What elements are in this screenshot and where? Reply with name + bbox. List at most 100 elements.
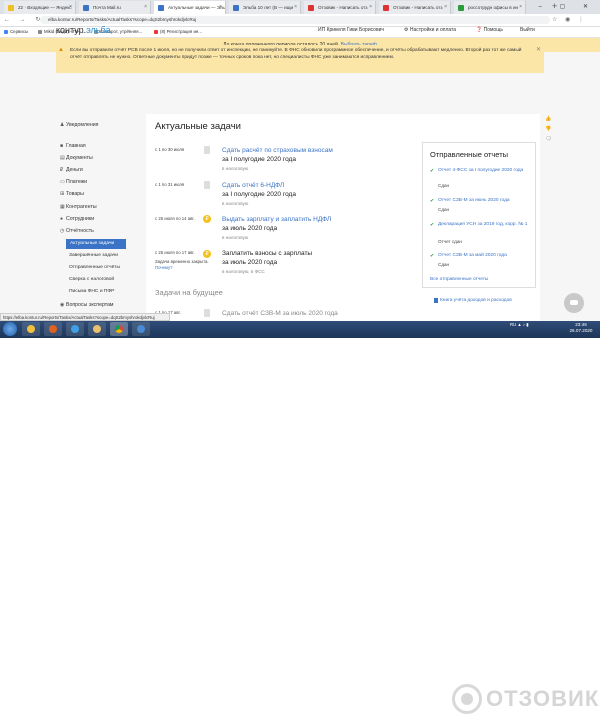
bookmark-youtube[interactable]: (8) Регистрация ин... [154, 27, 202, 37]
tab-label: Отзовик - Написать отз [318, 5, 368, 10]
sidebar-subitem-finished-tasks[interactable]: Завершённые задачи [69, 253, 118, 258]
sidebar-subitem-sent-reports[interactable]: Отправленные отчёты [69, 265, 120, 270]
browser-tab[interactable]: россотрудн офисы в ин × [454, 1, 526, 14]
task-recipient: в налоговую [222, 235, 249, 240]
window-controls[interactable]: – ▢ ✕ [539, 0, 596, 14]
sidebar-subitem-letters[interactable]: Письма ФНС и ПФР [69, 289, 114, 294]
sidebar-subitem-actual-tasks[interactable]: Актуальные задачи [66, 239, 126, 249]
feedback-icons[interactable]: 👍 👎 🗨 [544, 114, 553, 144]
sent-report-link[interactable]: Отчет СЗВ-М за июнь 2020 года [438, 198, 534, 204]
browser-tab[interactable]: Эльба 10 лет (В — ищи × [229, 1, 301, 14]
warning-banner: Если вы отправили отчёт РСВ после 1 июля… [56, 45, 544, 73]
close-icon[interactable]: ✕ [536, 46, 541, 53]
taskbar-chrome[interactable] [110, 322, 128, 336]
future-task[interactable]: Сдать отчёт СЗВ-М за июль 2020 года [222, 310, 338, 317]
task-link[interactable]: Сдать отчёт 6-НДФЛ [222, 182, 284, 189]
check-icon: ✔ [430, 222, 435, 228]
browser-tab[interactable]: Актуальные задачи — Эльба × [154, 1, 226, 14]
close-tab-icon[interactable]: × [519, 1, 522, 14]
sent-report-status: Сдан [438, 262, 450, 267]
sidebar-item-payments[interactable]: ▭Платежи [60, 179, 87, 185]
sidebar-item-notifications[interactable]: ♟ Уведомления [60, 122, 98, 128]
future-tasks-title: Задачи на будущее [155, 288, 223, 297]
check-icon: ✔ [430, 253, 435, 259]
logout-link[interactable]: Выйти [520, 27, 535, 33]
chevron-down-icon[interactable]: ⌄ [126, 26, 131, 33]
logo[interactable]: контур.эльба [56, 25, 110, 35]
close-tab-icon[interactable]: × [144, 1, 147, 14]
task-title: Заплатить взносы с зарплаты [222, 250, 313, 257]
sidebar-item-documents[interactable]: ▤Документы [60, 155, 93, 161]
all-sent-reports-link[interactable]: Все отправленные отчеты [430, 277, 488, 282]
sidebar-item-reports[interactable]: ◷ Отчётность [60, 228, 94, 234]
ruble-coin-icon: ₽ [203, 250, 211, 258]
watermark-logo [452, 684, 482, 714]
sent-report-link[interactable]: Отчет СЗВ-М за май 2020 года [438, 253, 534, 259]
tab-favicon-icon [83, 5, 89, 11]
task-link[interactable]: Выдать зарплату и заплатить НДФЛ [222, 216, 331, 223]
browser-tab[interactable]: Отзовик - Написать отз × [379, 1, 451, 14]
close-tab-icon[interactable]: × [294, 1, 297, 14]
taskbar-media[interactable] [44, 322, 62, 336]
taskbar-app[interactable] [132, 322, 150, 336]
task-date: с 25 июля по 17 авг. [155, 250, 195, 255]
close-tab-icon[interactable]: × [69, 1, 72, 14]
tab-favicon-icon [308, 5, 314, 11]
sidebar-item-home[interactable]: ■ Главная [60, 143, 86, 149]
sent-report-status: Сдан [438, 207, 450, 212]
sidebar-item-employees[interactable]: ● Сотрудники [60, 216, 94, 222]
tab-label: Эльба 10 лет (В — ищи [243, 5, 294, 10]
document-icon [204, 309, 210, 317]
task-closed-note: Задача временно закрыта. [155, 259, 209, 264]
sidebar-item-consult[interactable]: ◉ Вопросы экспертам [60, 302, 114, 308]
check-icon: ✔ [430, 198, 435, 204]
tab-label: 22 · Входящие — Яндекс [18, 5, 72, 10]
browser-toolbar-icons[interactable]: ☆ ◉ ⋮ [552, 14, 587, 26]
warning-icon: ▲ [58, 47, 64, 53]
task-period: за I полугодие 2020 года [222, 191, 296, 198]
system-tray[interactable]: RU ▲ ♪ ▮ [510, 322, 529, 328]
task-period: за июль 2020 года [222, 225, 278, 232]
task-date: с 1 по 30 июля [155, 147, 185, 152]
nav-buttons[interactable]: ← → ↻ [4, 14, 44, 26]
close-tab-icon[interactable]: × [369, 1, 372, 14]
document-icon [204, 181, 210, 189]
user-name[interactable]: ИП Крикеля Гиви Борисович [318, 27, 384, 33]
why-link-row: Почему? [155, 265, 173, 270]
browser-tab[interactable]: Почта Mail.ru × [79, 1, 151, 14]
sidebar-subitem-tax-reconciliation[interactable]: Сверка с налоговой [69, 277, 114, 282]
income-book-link[interactable]: Книга учёта доходов и расходов [440, 298, 512, 303]
tab-label: Отзовик - Написать отз [393, 5, 443, 10]
taskbar-files[interactable] [88, 322, 106, 336]
bookmark-apps[interactable]: Сервисы [4, 27, 28, 37]
clock[interactable]: 23:46 26.07.2020 [566, 322, 596, 334]
sent-report-link[interactable]: Декларация УСН за 2019 год, корр. № 1 [438, 222, 534, 228]
close-tab-icon[interactable]: × [444, 1, 447, 14]
task-recipient: в налоговую, в ФСС [222, 269, 265, 274]
browser-tab[interactable]: Отзовик - Написать отз × [304, 1, 376, 14]
start-button[interactable] [3, 322, 17, 336]
task-period: за июль 2020 года [222, 259, 278, 266]
close-tab-icon[interactable]: × [219, 1, 222, 14]
tab-favicon-icon [383, 5, 389, 11]
settings-link[interactable]: ⚙ Настройки и оплата [404, 27, 456, 33]
browser-tab[interactable]: 22 · Входящие — Яндекс × [4, 1, 76, 14]
task-link[interactable]: Сдать расчёт по страховым взносам [222, 147, 333, 154]
chat-button[interactable] [564, 293, 584, 313]
check-icon: ✔ [430, 168, 435, 174]
task-recipient: в налоговую [222, 166, 249, 171]
task-date: с 25 июля по 14 авг. [155, 216, 195, 221]
tab-favicon-icon [158, 5, 164, 11]
tab-label: россотрудн офисы в ин [468, 5, 519, 10]
sidebar-item-money[interactable]: ₽ Деньги [60, 167, 83, 173]
sidebar-item-contractors[interactable]: ▦Контрагенты [60, 204, 97, 210]
status-url: https://elba.kontur.ru/Reports/Tasks/Act… [0, 313, 170, 321]
tab-label: Почта Mail.ru [93, 5, 121, 10]
sent-report-link[interactable]: Отчет 4-ФСС за I полугодие 2020 года [438, 168, 534, 174]
taskbar-explorer[interactable] [22, 322, 40, 336]
sidebar-item-goods[interactable]: ⊞ Товары [60, 191, 84, 197]
taskbar-ie[interactable] [66, 322, 84, 336]
address-bar[interactable]: elba.kontur.ru/Reports/Tasks/ActualTasks… [40, 16, 550, 24]
why-link[interactable]: Почему? [155, 265, 173, 270]
help-link[interactable]: ❓ Помощь [476, 27, 503, 33]
